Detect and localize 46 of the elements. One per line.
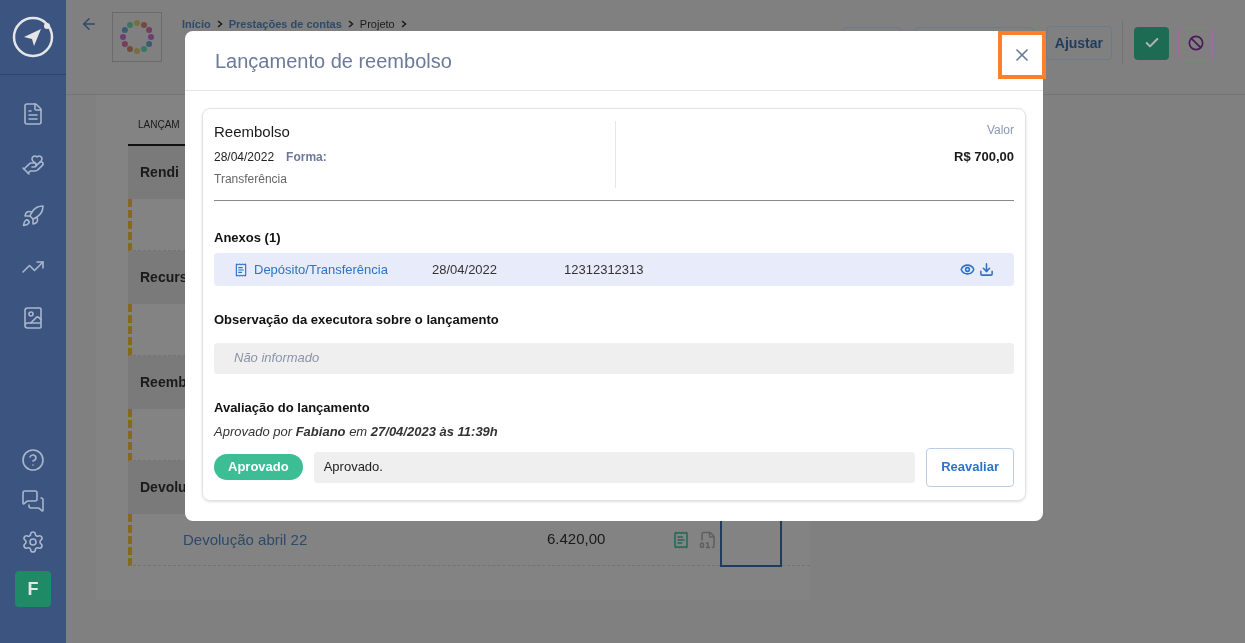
document-icon[interactable] [21,102,45,126]
download-icon[interactable] [979,262,994,277]
attachment-date: 28/04/2022 [432,260,499,279]
breadcrumb-link[interactable]: Início [182,16,211,33]
chevron-icon [400,20,407,29]
value-amount: R$ 700,00 [954,148,1014,166]
rocket-icon[interactable] [21,204,45,228]
logo-icon[interactable] [12,16,54,58]
reevaluate-button[interactable]: Reavaliar [926,447,1014,487]
group-header: Devolu [128,461,185,514]
form-value: Transferência [214,170,288,188]
section-title: Avaliação do lançamento [214,398,371,417]
entry-value: 6.420,00 [547,529,607,550]
reject-button[interactable] [1178,26,1213,60]
entry-type: Reembolso [214,122,291,142]
group-header: Reemb [128,356,185,409]
entry-link[interactable]: Devolução abril 22 [183,530,308,548]
section-title: Anexos (1) [214,228,282,247]
help-icon[interactable] [21,448,45,472]
attachment-link[interactable]: Depósito/Transferência [254,259,432,280]
ban-icon [1187,35,1204,51]
chat-icon[interactable] [21,489,45,513]
status-badge: Aprovado [214,454,303,480]
group-header: Rendi [128,146,185,199]
chevron-icon [216,20,223,29]
section-title: Observação da executora sobre o lançamento [214,311,500,329]
breadcrumb-link[interactable]: Prestações de contas [228,16,342,33]
settings-icon[interactable] [21,530,45,554]
view-icon[interactable] [960,262,975,277]
form-label: Forma: [286,148,327,166]
hand-heart-icon[interactable] [21,153,45,177]
value-label: Valor [986,122,1014,139]
approve-button[interactable] [1134,26,1169,60]
evaluation-note: Aprovado por Fabiano em 27/04/2023 às 11:39h [214,423,499,441]
entry-date: 28/04/2022 [214,148,275,166]
project-logo [112,12,162,62]
attachment-number: 12312312313 [564,260,644,279]
dialog-title: Lançamento de reembolso [215,48,452,74]
adjust-button[interactable]: Ajustar [1045,26,1112,60]
chevron-icon [347,20,354,29]
back-icon[interactable] [80,15,98,33]
user-avatar[interactable]: F [15,571,51,607]
close-button[interactable] [998,30,1046,79]
observation-text: Não informado [214,342,1014,374]
comment-field: Aprovado. [313,451,916,483]
receipt-icon [234,261,248,278]
